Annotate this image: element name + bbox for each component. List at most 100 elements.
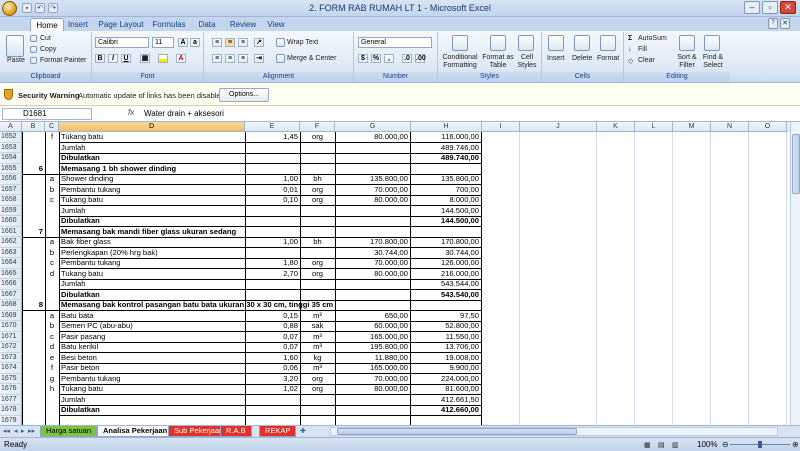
cell-total[interactable]: 30.744,00 (410, 248, 481, 259)
last-sheet-icon[interactable]: ▸▸ (28, 427, 35, 435)
percent-icon[interactable]: % (371, 54, 381, 63)
tab-home[interactable]: Home (30, 18, 64, 31)
cell-unit-price[interactable]: 70.000,00 (335, 185, 410, 196)
column-header-d[interactable]: D (59, 122, 245, 132)
cell-coefficient[interactable]: 3,20 (245, 374, 300, 385)
merge-center-button[interactable]: Merge & Center (287, 55, 336, 62)
align-middle-icon[interactable]: ≡ (225, 38, 235, 47)
cell-unit[interactable]: bh (300, 237, 335, 248)
decrease-decimal-icon[interactable]: .00 (415, 54, 426, 63)
zoom-level[interactable]: 100% (697, 440, 717, 449)
formula-input[interactable]: Water drain + aksesori (140, 108, 790, 120)
row-number[interactable]: 1662 (0, 237, 22, 248)
cell-section-title[interactable]: Memasang bak mandi fiber glass ukuran se… (59, 227, 245, 238)
row-number[interactable]: 1671 (0, 331, 22, 342)
cell-total[interactable]: 9.900,00 (410, 363, 481, 374)
cell-coefficient[interactable]: 0,15 (245, 311, 300, 322)
row-number[interactable]: 1661 (0, 226, 22, 237)
comma-icon[interactable]: , (384, 54, 394, 63)
italic-button[interactable]: I (108, 54, 118, 63)
tab-formulas[interactable]: Formulas (150, 18, 188, 31)
format-cells-button[interactable]: Format (597, 55, 619, 62)
cell-description[interactable]: Tukang batu (59, 132, 245, 143)
cell-description[interactable]: Jumlah (59, 143, 245, 154)
help-icon[interactable]: ? (768, 18, 778, 29)
paste-icon[interactable] (6, 35, 24, 57)
next-sheet-icon[interactable]: ▸ (21, 427, 25, 435)
find-select-button[interactable]: Find & Select (701, 54, 725, 70)
column-header-k[interactable]: K (597, 122, 635, 132)
row-number[interactable]: 1670 (0, 321, 22, 332)
cell-styles-button[interactable]: Cell Styles (516, 54, 538, 70)
grow-font-icon[interactable]: A (178, 38, 188, 47)
cell-coefficient[interactable]: 0,06 (245, 363, 300, 374)
cell-description[interactable]: Tukang batu (59, 384, 245, 395)
cell-unit-price[interactable]: 165.000,00 (335, 363, 410, 374)
row-number[interactable]: 1669 (0, 310, 22, 321)
row-number[interactable]: 1658 (0, 195, 22, 206)
format-as-table-button[interactable]: Format as Table (482, 54, 514, 70)
conditional-formatting-button[interactable]: Conditional Formatting (440, 54, 480, 70)
cell-description[interactable]: Dibulatkan (59, 216, 245, 227)
cell-total[interactable]: 170.800,00 (410, 237, 481, 248)
row-number[interactable]: 1672 (0, 342, 22, 353)
row-number[interactable]: 1678 (0, 405, 22, 416)
zoom-slider[interactable] (730, 441, 790, 448)
page-break-view-icon[interactable]: ▥ (672, 441, 679, 449)
cell-unit[interactable]: org (300, 185, 335, 196)
cell-total[interactable]: 116.000,00 (410, 132, 481, 143)
column-header-o[interactable]: O (749, 122, 787, 132)
cell-unit[interactable]: org (300, 374, 335, 385)
cell-unit-price[interactable]: 60.000,00 (335, 321, 410, 332)
align-center-icon[interactable]: ≡ (225, 54, 235, 63)
cell-description[interactable]: Jumlah (59, 395, 245, 406)
align-right-icon[interactable]: ≡ (238, 54, 248, 63)
cell-unit-price[interactable]: 165.000,00 (335, 332, 410, 343)
row-number[interactable]: 1664 (0, 258, 22, 269)
cell-coefficient[interactable]: 1,00 (245, 174, 300, 185)
column-header-l[interactable]: L (635, 122, 673, 132)
cell-total[interactable]: 144.500,00 (410, 216, 481, 227)
cell-item-letter[interactable]: h (45, 384, 59, 395)
fill-color-icon[interactable] (158, 54, 168, 63)
cell-unit[interactable]: m³ (300, 363, 335, 374)
cell-item-letter[interactable]: g (45, 374, 59, 385)
column-header-m[interactable]: M (673, 122, 711, 132)
cell-unit[interactable]: sak (300, 321, 335, 332)
row-number[interactable]: 1667 (0, 289, 22, 300)
name-box[interactable]: D1681 (2, 108, 92, 120)
row-number[interactable]: 1652 (0, 132, 22, 143)
cell-total[interactable]: 412.660,00 (410, 405, 481, 416)
cell-item-letter[interactable]: b (45, 321, 59, 332)
underline-button[interactable]: U (121, 54, 131, 63)
row-number[interactable]: 1666 (0, 279, 22, 290)
horizontal-scroll-thumb[interactable] (337, 428, 577, 435)
cell-description[interactable]: Pembantu tukang (59, 258, 245, 269)
cell-description[interactable]: Pembantu tukang (59, 374, 245, 385)
cell-total[interactable]: 135.800,00 (410, 174, 481, 185)
format-painter-button[interactable]: Format Painter (40, 57, 86, 64)
cell-unit-price[interactable]: 80.000,00 (335, 384, 410, 395)
cell-description[interactable]: Dibulatkan (59, 290, 245, 301)
minimize-button[interactable]: – (744, 1, 760, 14)
cell-coefficient[interactable]: 0,88 (245, 321, 300, 332)
cell-unit-price[interactable]: 70.000,00 (335, 258, 410, 269)
tab-page-layout[interactable]: Page Layout (98, 18, 144, 31)
zoom-in-icon[interactable]: ⊕ (792, 440, 799, 449)
sheet-tab-rekap[interactable]: REKAP (259, 426, 297, 437)
cell-unit[interactable]: org (300, 195, 335, 206)
shrink-font-icon[interactable]: a (190, 38, 200, 47)
cell-total[interactable]: 81.600,00 (410, 384, 481, 395)
restore-button[interactable]: ▫ (762, 1, 778, 14)
bold-button[interactable]: B (95, 54, 105, 63)
align-left-icon[interactable]: ≡ (212, 54, 222, 63)
cell-unit[interactable]: org (300, 269, 335, 280)
column-header-b[interactable]: B (22, 122, 45, 132)
cell-description[interactable]: Besi beton (59, 353, 245, 364)
cell-coefficient[interactable]: 1,00 (245, 237, 300, 248)
copy-button[interactable]: Copy (40, 46, 56, 53)
autosum-button[interactable]: AutoSum (638, 35, 667, 42)
cell-unit-price[interactable]: 11.880,00 (335, 353, 410, 364)
sort-filter-button[interactable]: Sort & Filter (674, 54, 700, 70)
cell-total[interactable]: 126.000,00 (410, 258, 481, 269)
